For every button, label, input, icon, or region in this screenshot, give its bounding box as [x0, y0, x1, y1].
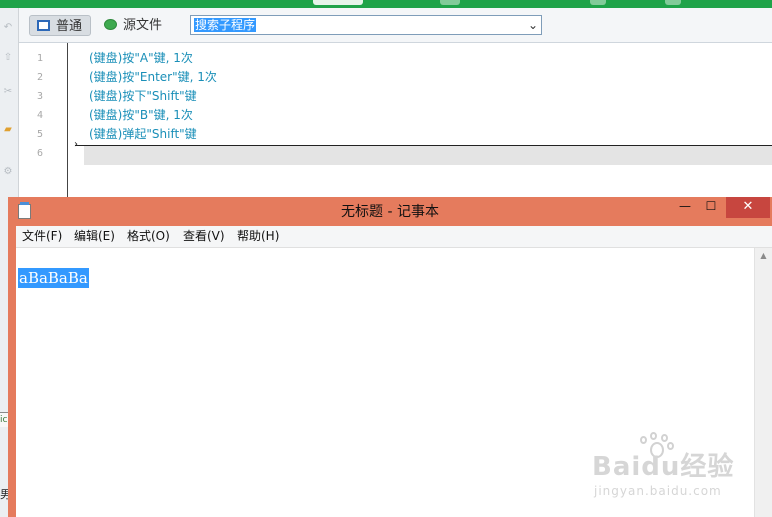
menu-view[interactable]: 查看(V) — [183, 226, 225, 247]
window-title: 无标题 - 记事本 — [341, 204, 439, 220]
maximize-button[interactable]: ☐ — [698, 197, 724, 218]
code-line[interactable]: (键盘)按下"Shift"键 — [89, 87, 197, 106]
up-icon[interactable]: ⇧ — [1, 52, 15, 64]
undo-icon[interactable]: ↶ — [1, 22, 15, 34]
insertion-line — [75, 145, 772, 146]
line-number: 5 — [36, 129, 43, 140]
watermark-logo: Baidu经验 — [592, 452, 735, 482]
menu-file[interactable]: 文件(F) — [22, 226, 62, 247]
selected-text[interactable]: aBaBaBa — [18, 268, 89, 288]
code-line[interactable]: (键盘)按"A"键, 1次 — [89, 49, 193, 68]
current-line-highlight[interactable] — [84, 146, 772, 165]
chevron-down-icon[interactable]: ⌄ — [528, 17, 538, 33]
app-top-bar — [0, 0, 772, 8]
script-editor[interactable]: 1 2 3 4 5 6 (键盘)按"A"键, 1次 (键盘)按"Enter"键,… — [19, 43, 772, 198]
code-line[interactable]: (键盘)按"Enter"键, 1次 — [89, 68, 217, 87]
watermark-url: jingyan.baidu.com — [594, 484, 722, 498]
line-number: 3 — [36, 91, 43, 102]
top-tab[interactable] — [590, 0, 606, 5]
subroutine-search-value[interactable]: 搜索子程序 — [194, 18, 257, 32]
tool-icon[interactable]: ⚙ — [1, 166, 15, 178]
line-number: 4 — [36, 110, 43, 121]
notepad-title-bar[interactable]: 无标题 - 记事本 — ☐ ✕ — [8, 197, 772, 226]
source-file-icon — [104, 19, 117, 30]
insertion-marker-icon: › — [74, 139, 78, 150]
source-mode-label: 源文件 — [123, 18, 163, 33]
line-number-gutter: 1 2 3 4 5 6 — [19, 43, 68, 198]
editor-toolbar: 普通 源文件 搜索子程序 ⌄ — [19, 8, 772, 43]
top-tab[interactable] — [665, 0, 681, 5]
menu-bar: 文件(F) 编辑(E) 格式(O) 查看(V) 帮助(H) — [16, 226, 772, 248]
code-line[interactable]: (键盘)弹起"Shift"键 — [89, 125, 197, 144]
paste-icon[interactable]: ▰ — [1, 124, 15, 136]
top-tab[interactable] — [440, 0, 460, 5]
normal-mode-icon — [37, 20, 50, 31]
normal-mode-label: 普通 — [56, 19, 83, 34]
close-button[interactable]: ✕ — [726, 197, 770, 218]
top-tab-active[interactable] — [313, 0, 363, 5]
code-line[interactable]: (键盘)按"B"键, 1次 — [89, 106, 193, 125]
minimize-button[interactable]: — — [672, 197, 698, 218]
menu-edit[interactable]: 编辑(E) — [74, 226, 115, 247]
vertical-scrollbar[interactable]: ▲ — [754, 248, 772, 517]
scroll-up-icon[interactable]: ▲ — [755, 250, 772, 262]
line-number: 6 — [36, 148, 43, 159]
subroutine-search-select[interactable]: 搜索子程序 ⌄ — [190, 15, 542, 35]
line-number: 2 — [36, 72, 43, 83]
menu-help[interactable]: 帮助(H) — [237, 226, 279, 247]
menu-format[interactable]: 格式(O) — [127, 226, 170, 247]
watermark: Baidu经验 jingyan.baidu.com — [592, 432, 742, 504]
line-number: 1 — [36, 53, 43, 64]
source-mode-button[interactable]: 源文件 — [97, 15, 183, 36]
cut-icon[interactable]: ✂ — [1, 86, 15, 98]
normal-mode-button[interactable]: 普通 — [29, 15, 91, 36]
